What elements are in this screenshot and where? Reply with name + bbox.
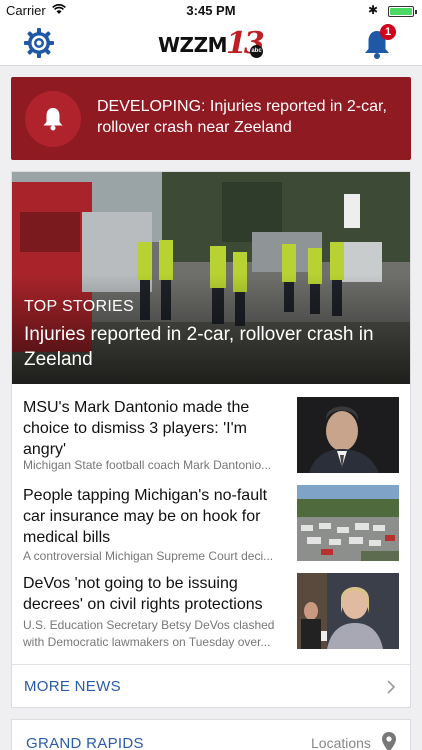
section-label: TOP STORIES [24, 298, 135, 315]
breaking-news-text: DEVELOPING: Injuries reported in 2-car, … [97, 98, 387, 136]
story-summary: A controversial Michigan Supreme Court d… [23, 549, 274, 563]
top-story-headline: Injuries reported in 2-car, rollover cra… [24, 324, 374, 370]
locations-label[interactable]: Locations [311, 735, 371, 750]
more-news-button[interactable]: MORE NEWS [12, 664, 410, 708]
bluetooth-icon: ✱ [367, 3, 378, 17]
story-summary: U.S. Education Secretary Betsy DeVos cla… [23, 618, 275, 649]
battery-fill [390, 8, 412, 15]
brand-logo: WZZM 13 abc [158, 26, 268, 61]
top-story-hero[interactable]: TOP STORIES Injuries reported in 2-car, … [12, 172, 410, 384]
breaking-bell-circle [25, 91, 81, 147]
breaking-news-banner[interactable]: DEVELOPING: Injuries reported in 2-car, … [11, 77, 411, 160]
more-news-label: MORE NEWS [24, 678, 121, 695]
nav-bar: WZZM 13 abc 1 [0, 22, 422, 66]
local-news-card[interactable]: GRAND RAPIDS Locations [11, 719, 411, 750]
story-title: MSU's Mark Dantonio made the choice to d… [23, 399, 250, 458]
clock: 3:45 PM [186, 3, 236, 18]
logo-abc-badge: abc [250, 45, 263, 58]
battery-icon [388, 6, 417, 17]
notification-badge: 1 [380, 24, 396, 40]
list-item[interactable]: MSU's Mark Dantonio made the choice to d… [12, 397, 410, 483]
top-stories-card: TOP STORIES Injuries reported in 2-car, … [11, 171, 411, 708]
settings-button[interactable] [22, 26, 56, 60]
story-thumbnail [297, 573, 399, 649]
location-pin-icon[interactable] [382, 732, 396, 750]
gear-icon [24, 28, 54, 58]
bell-icon [43, 108, 63, 131]
chevron-right-icon [387, 680, 396, 694]
story-thumbnail [297, 485, 399, 561]
local-section-title: GRAND RAPIDS [26, 735, 144, 750]
list-item[interactable]: People tapping Michigan's no-fault car i… [12, 485, 410, 571]
logo-letters: WZZM [158, 33, 227, 57]
list-item[interactable]: DeVos 'not going to be issuing decrees' … [12, 573, 410, 659]
status-bar: Carrier 3:45 PM ✱ [0, 0, 422, 22]
story-summary: Michigan State football coach Mark Danto… [23, 458, 272, 472]
story-title: People tapping Michigan's no-fault car i… [23, 487, 268, 546]
story-title: DeVos 'not going to be issuing decrees' … [23, 575, 263, 613]
story-thumbnail [297, 397, 399, 473]
